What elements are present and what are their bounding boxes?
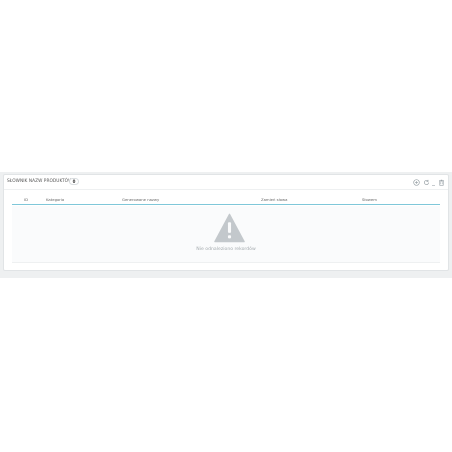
column-header-generated-names[interactable]: Generowane nazwy	[122, 197, 159, 202]
column-header-replace-words[interactable]: Zamień słowa	[261, 197, 287, 202]
column-header-id[interactable]: ID	[24, 197, 28, 202]
panel-toolbar	[412, 178, 445, 186]
add-icon[interactable]	[412, 178, 420, 186]
trash-icon[interactable]	[437, 178, 445, 186]
column-header-category[interactable]: Kategoria	[46, 197, 64, 202]
more-icon[interactable]	[432, 181, 435, 186]
empty-state: Nie odnaleziono rekordów	[12, 206, 440, 263]
refresh-icon[interactable]	[422, 178, 430, 186]
record-count-badge: 0	[69, 178, 79, 185]
product-names-dictionary-panel: SŁOWNIK NAZW PRODUKTÓW 0 ID Kategoria Ge…	[3, 174, 449, 271]
panel-title: SŁOWNIK NAZW PRODUKTÓW	[7, 179, 73, 184]
panel-header: SŁOWNIK NAZW PRODUKTÓW 0	[4, 175, 448, 190]
column-header-word[interactable]: Słowem	[362, 197, 377, 202]
empty-state-message: Nie odnaleziono rekordów	[196, 247, 256, 252]
warning-icon	[214, 213, 245, 243]
table-header: ID Kategoria Generowane nazwy Zamień sło…	[12, 195, 440, 205]
